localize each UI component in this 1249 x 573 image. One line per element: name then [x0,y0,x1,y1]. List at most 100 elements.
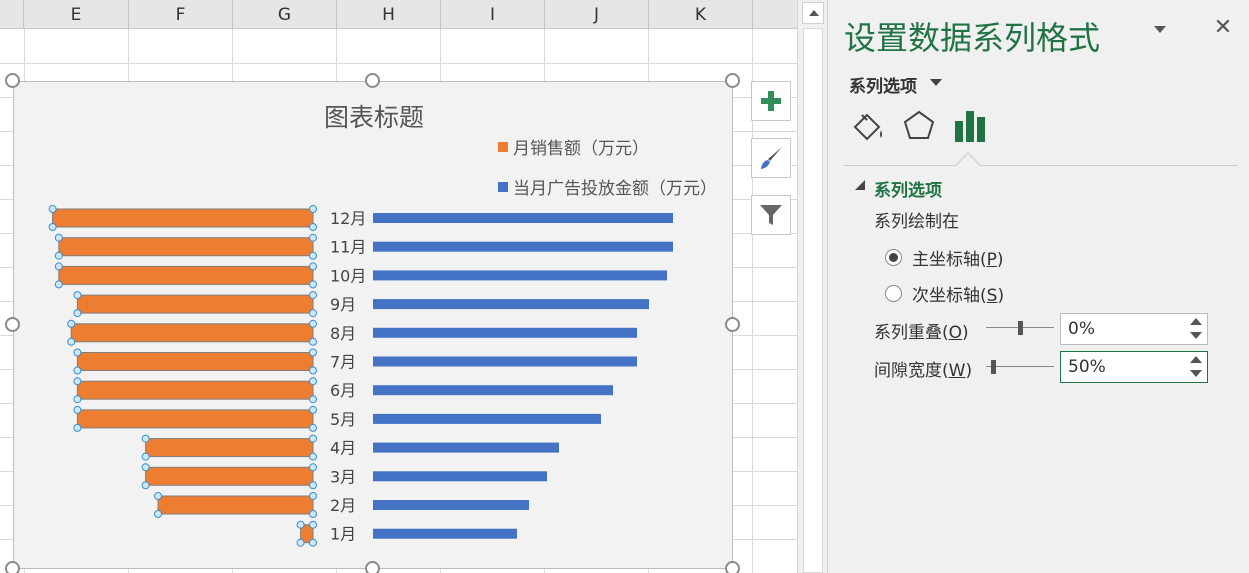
bar-ad-spend[interactable] [373,299,649,310]
bar-sales[interactable] [52,208,314,228]
selection-marker [309,205,317,213]
bar-ad-spend[interactable] [373,241,673,252]
category-label: 5月 [330,410,356,429]
gap-width-spinner[interactable] [1189,355,1203,379]
column-header-e[interactable]: E [24,0,129,29]
grid-line [0,63,797,64]
brush-icon [761,147,782,169]
resize-handle-bottom-left[interactable] [5,561,20,573]
secondary-axis-option[interactable]: 次坐标轴(S) [885,281,1004,306]
column-header-partial[interactable] [0,0,24,29]
gap-width-value[interactable]: 50% [1068,357,1106,377]
gap-width-label: 间隙宽度(W) [874,361,973,381]
bar-ad-spend[interactable] [373,327,637,338]
secondary-axis-radio[interactable] [885,285,902,302]
close-icon[interactable]: ✕ [1211,16,1235,40]
bar-ad-spend[interactable] [373,471,547,482]
selection-marker [309,223,317,231]
bar-sales[interactable] [76,352,314,371]
scroll-thumb[interactable] [803,28,823,573]
chart-elements-button[interactable] [751,81,791,121]
column-header-h[interactable]: H [337,0,441,29]
series-overlap-field[interactable]: 0% [1060,313,1208,345]
bar-sales[interactable] [58,237,314,257]
column-header-j[interactable]: J [545,0,649,29]
chart-styles-button[interactable] [751,138,791,178]
resize-handle-bottom-right[interactable] [725,561,740,573]
primary-axis-option[interactable]: 主坐标轴(P) [885,245,1004,270]
section-title-series-options[interactable]: 系列选项 [874,176,942,201]
spin-down-icon[interactable] [1190,370,1202,377]
category-label: 7月 [330,353,356,372]
selection-marker [141,481,150,490]
selection-marker [309,463,317,472]
primary-axis-radio[interactable] [885,249,902,266]
plot-area[interactable]: 12月 11月 10月 9月 8月 7月 6月 5月 4月 3月 2月 1月 [14,82,734,570]
resize-handle-top-right[interactable] [725,73,740,88]
column-header-f[interactable]: F [129,0,233,29]
column-header-k[interactable]: K [649,0,753,29]
selection-marker [73,405,82,414]
bar-ad-spend[interactable] [373,528,517,539]
tab-divider [844,165,1238,166]
pane-title: 设置数据系列格式 [844,19,1101,57]
effects-tab[interactable] [901,108,937,144]
resize-handle-bottom[interactable] [365,561,380,573]
bar-ad-spend[interactable] [373,385,613,396]
bar-ad-spend[interactable] [373,500,529,510]
selection-marker [54,262,63,271]
spin-up-icon[interactable] [1190,356,1202,363]
series-overlap-value[interactable]: 0% [1068,319,1095,339]
series-options-caret-icon[interactable] [930,79,942,86]
fill-line-tab[interactable] [850,108,886,144]
bar-sales[interactable] [76,409,314,429]
collapse-triangle-icon[interactable] [855,180,865,190]
series-overlap-slider-thumb[interactable] [1018,321,1023,335]
selection-marker [73,348,82,357]
selection-marker [309,262,317,271]
bar-sales[interactable] [70,323,314,343]
bar-ad-spend[interactable] [373,270,667,281]
bar-sales[interactable] [76,294,314,314]
series-options-menu[interactable]: 系列选项 [849,72,917,97]
category-label: 1月 [330,525,356,544]
plus-icon [761,91,781,111]
gap-width-slider[interactable] [986,357,1054,377]
chart-area[interactable]: 图表标题 月销售额（万元） 当月广告投放金额（万元） 12月 11月 10月 9月 8月… [13,81,733,569]
selection-marker [309,280,317,289]
selection-marker [309,366,317,375]
resize-handle-top[interactable] [365,73,380,88]
selection-marker [309,251,317,260]
resize-handle-right[interactable] [725,317,740,332]
bar-ad-spend[interactable] [373,356,637,367]
bar-ad-spend[interactable] [373,213,673,223]
category-label: 2月 [330,496,356,515]
gap-width-field[interactable]: 50% [1060,351,1208,383]
slider-track [986,366,1054,367]
resize-handle-top-left[interactable] [5,73,20,88]
bar-sales[interactable] [157,495,314,515]
gap-width-slider-thumb[interactable] [991,360,996,374]
bar-sales[interactable] [145,438,314,458]
series-overlap-spinner[interactable] [1189,317,1203,341]
chart-filters-button[interactable] [751,195,791,235]
bar-ad-spend[interactable] [373,413,601,424]
bar-sales[interactable] [145,466,314,486]
series-overlap-slider[interactable] [986,318,1054,338]
chevron-down-icon[interactable] [1154,26,1168,36]
bar-sales[interactable] [76,380,314,400]
series-options-tab[interactable] [952,108,988,144]
spin-down-icon[interactable] [1190,332,1202,339]
column-header-g[interactable]: G [233,0,337,29]
worksheet[interactable]: E F G H I J K 图表标题 月销售额（万元） 当月广告投放金额（万元）… [0,0,797,573]
bar-sales[interactable] [58,265,314,285]
resize-handle-left[interactable] [5,317,20,332]
primary-axis-label: 主坐标轴(P) [912,250,1004,270]
spin-up-icon[interactable] [1190,318,1202,325]
vertical-scrollbar[interactable] [797,0,827,573]
bar-ad-spend[interactable] [373,442,559,453]
scroll-up-arrow-icon[interactable] [802,2,824,24]
series-overlap-label: 系列重叠(O) [874,323,969,343]
filter-icon [760,205,782,225]
column-header-i[interactable]: I [441,0,545,29]
